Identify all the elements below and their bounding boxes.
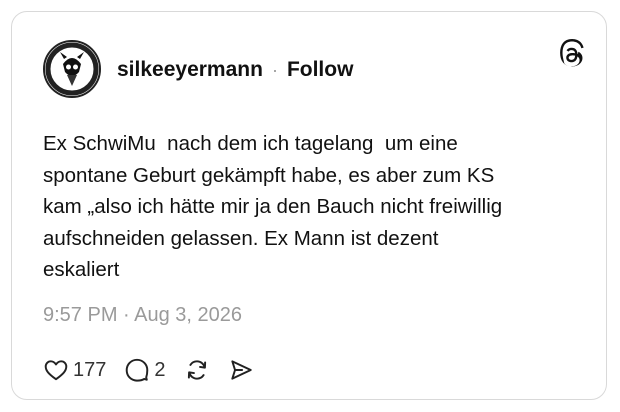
post-header: silkeeyermann · Follow: [117, 55, 353, 85]
heart-icon: [44, 360, 68, 381]
separator-dot: ·: [271, 59, 278, 80]
share-icon: [230, 360, 252, 380]
repost-icon: [187, 360, 206, 380]
like-button[interactable]: 177: [43, 357, 106, 383]
comment-icon: [126, 358, 149, 382]
reply-count: 2: [154, 358, 166, 381]
action-bar: 177 2: [43, 355, 272, 385]
repost-button[interactable]: [184, 357, 210, 383]
avatar[interactable]: [43, 40, 101, 98]
post-timestamp[interactable]: 9:57 PM · Aug 3, 2026: [43, 304, 242, 327]
reply-button[interactable]: 2: [124, 357, 166, 383]
share-button[interactable]: [228, 357, 254, 383]
like-count: 177: [73, 358, 107, 381]
post-card: silkeeyermann · Follow Ex SchwiMu nach d…: [11, 11, 607, 400]
threads-logo-icon[interactable]: [558, 39, 588, 69]
username[interactable]: silkeeyermann: [117, 58, 263, 82]
follow-button[interactable]: Follow: [287, 58, 354, 82]
post-text: Ex SchwiMu nach dem ich tagelang um eine…: [43, 132, 503, 281]
avatar-image: [45, 42, 99, 96]
